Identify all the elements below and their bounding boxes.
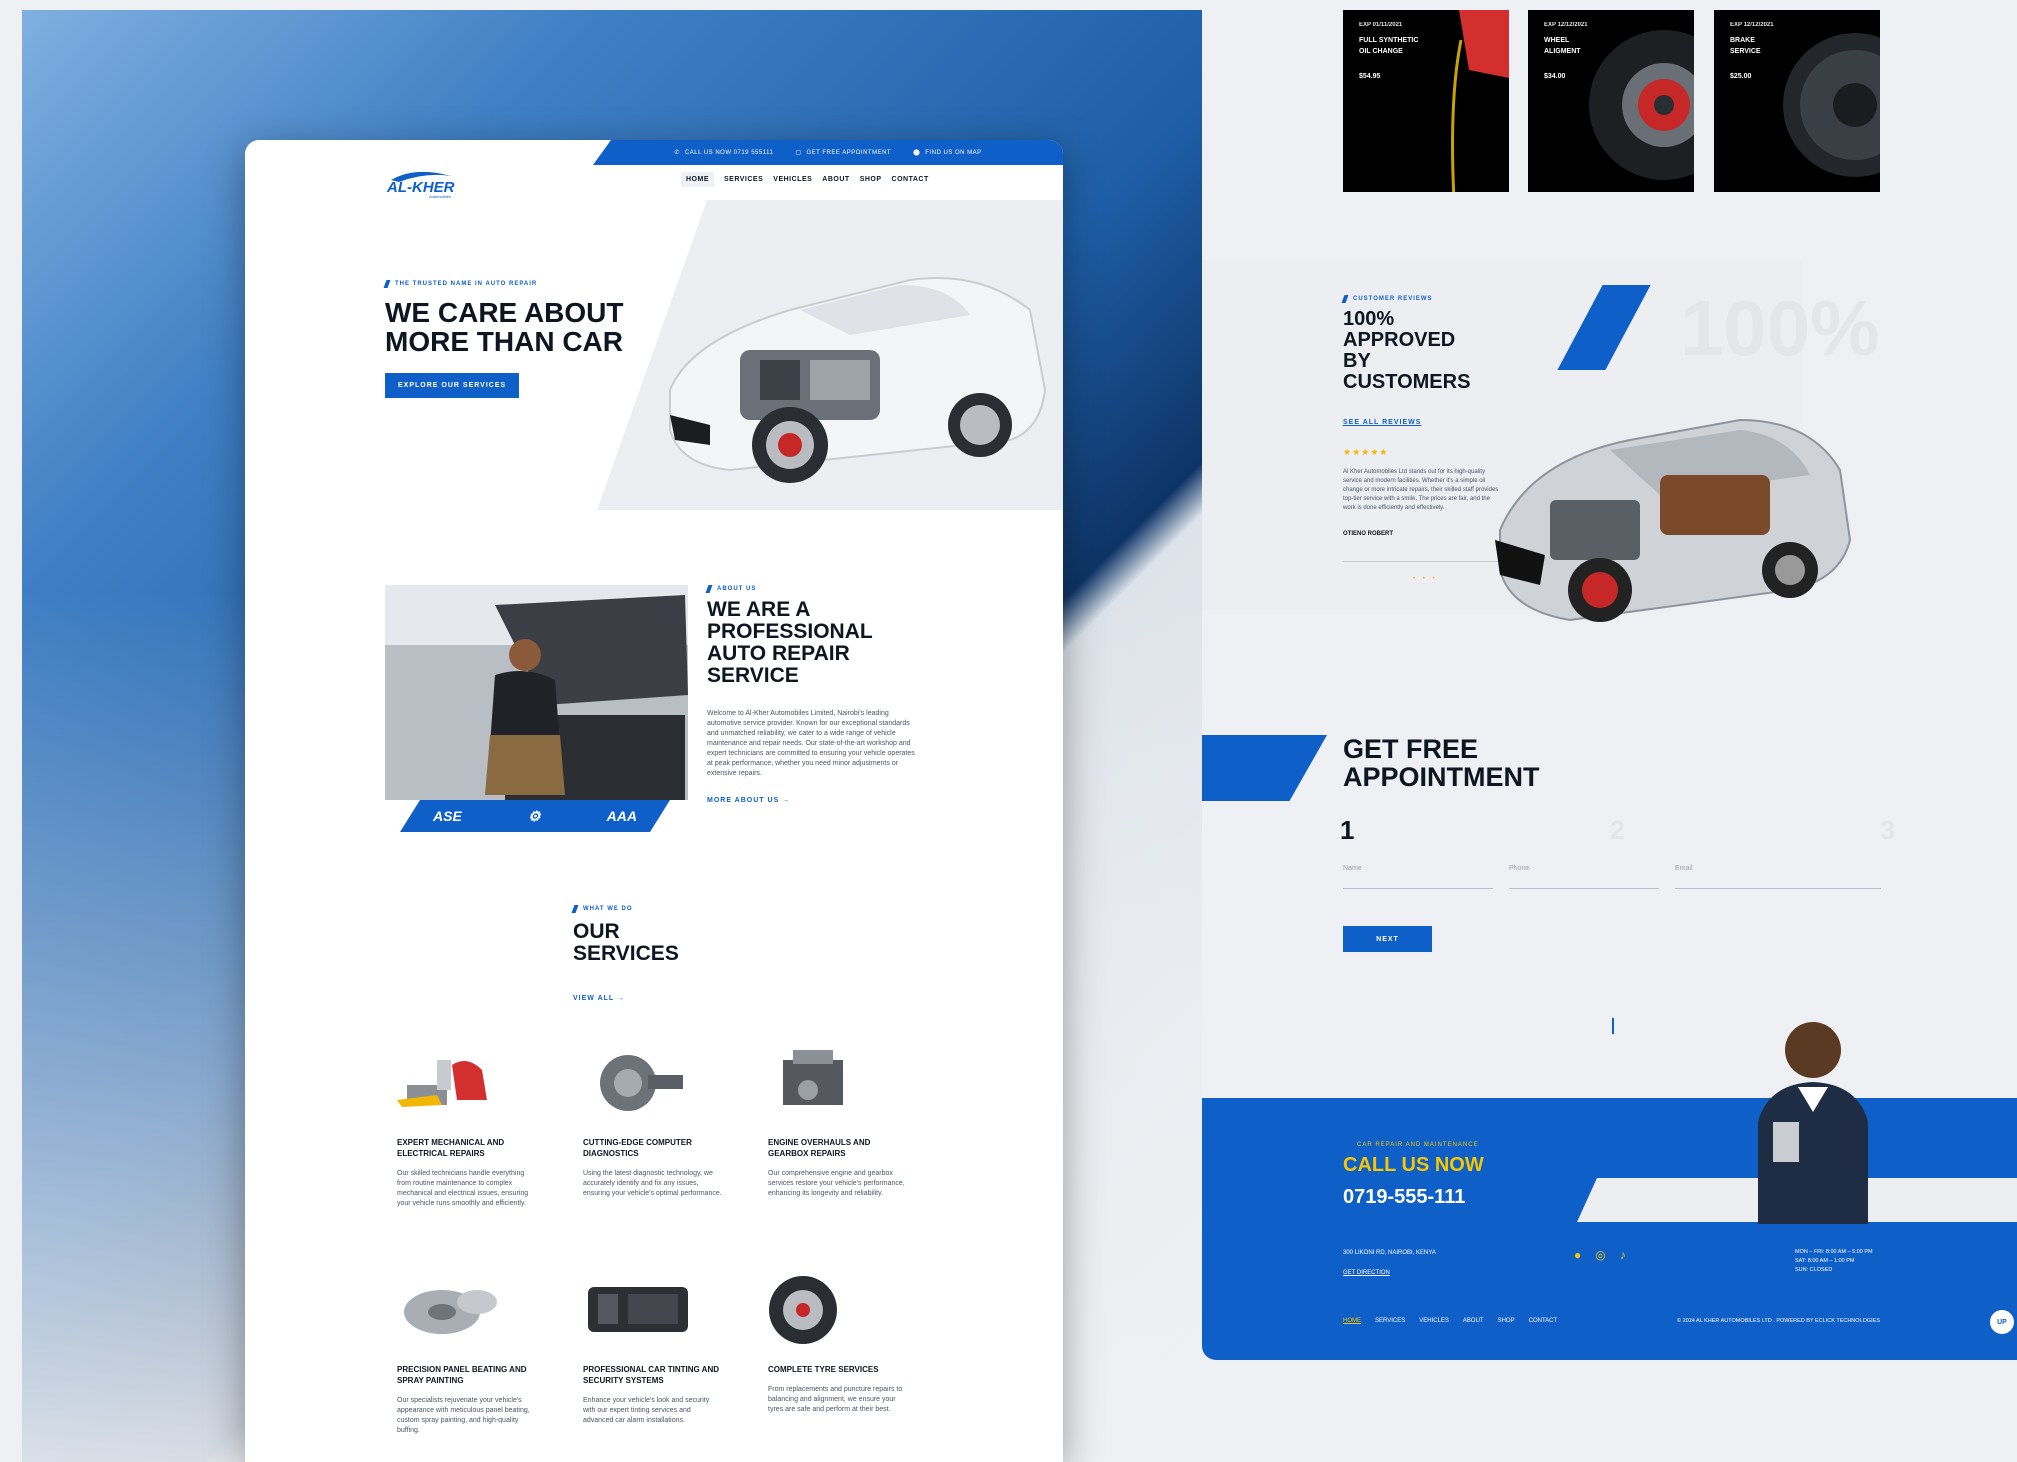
main-nav: HOME SERVICES VEHICLES ABOUT SHOP CONTAC… (681, 172, 929, 187)
social-links: ● ◎ ♪ (1574, 1248, 1626, 1262)
map-link[interactable]: ⬤ FIND US ON MAP (913, 149, 982, 157)
star-rating: ★★★★★ (1343, 447, 1389, 457)
scroll-indicator (1612, 1018, 1614, 1034)
more-about-link[interactable]: MORE ABOUT US → (707, 797, 917, 804)
footer-call-title: CALL US NOW (1343, 1154, 1484, 1176)
brake-rotor-icon (1783, 33, 1880, 177)
nav-shop[interactable]: SHOP (860, 176, 882, 187)
hero-title: WE CARE ABOUT MORE THAN CAR (385, 297, 624, 358)
call-link[interactable]: ✆ CALL US NOW 0719 555111 (674, 149, 773, 157)
tyre-icon (769, 1276, 837, 1344)
brake-disc-icon (404, 1290, 497, 1334)
service-card-engine[interactable]: ENGINE OVERHAULS AND GEARBOX REPAIRS Our… (768, 1045, 908, 1199)
pin-icon: ⬤ (913, 150, 921, 156)
cutaway-car-image (1495, 418, 1852, 622)
step-2: 2 (1610, 815, 1625, 845)
get-direction-link[interactable]: GET DIRECTION (1343, 1270, 1390, 1276)
hero-car-image (669, 277, 1047, 483)
next-button[interactable]: NEXT (1343, 926, 1432, 952)
certification-badges: ASE ⚙ AAA (400, 800, 670, 832)
appointment-steps: 1 2 3 (1340, 815, 1895, 846)
name-field[interactable]: Name (1343, 865, 1493, 889)
ase-logo: ASE (433, 808, 462, 824)
reviews-title: 100% APPROVED BY CUSTOMERS (1343, 308, 1471, 393)
engine-icon (783, 1050, 843, 1105)
nav-home[interactable]: HOME (681, 172, 714, 187)
big-percent-watermark: 100% (1680, 284, 1880, 372)
phone-icon: ✆ (674, 150, 680, 156)
phone-field[interactable]: Phone (1509, 865, 1659, 889)
appointment-form: Name Phone Email (1343, 865, 1881, 889)
footer: CAR REPAIR AND MAINTENANCE CALL US NOW 0… (1202, 1098, 2017, 1360)
email-field[interactable]: Email (1675, 865, 1881, 889)
tiktok-icon[interactable]: ♪ (1620, 1248, 1626, 1262)
aaa-logo: AAA (606, 808, 637, 824)
service-card-tyres[interactable]: COMPLETE TYRE SERVICES From replacements… (768, 1272, 908, 1415)
service-card-mechanical[interactable]: EXPERT MECHANICAL AND ELECTRICAL REPAIRS… (397, 1045, 537, 1209)
reviews-eyebrow: CUSTOMER REVIEWS (1343, 295, 1503, 303)
footer-nav-home[interactable]: HOME (1343, 1318, 1361, 1324)
footer-nav-services[interactable]: SERVICES (1375, 1318, 1405, 1324)
promo-oil-change[interactable]: EXP 01/11/2021 FULL SYNTHETIC OIL CHANGE… (1343, 10, 1509, 192)
services-eyebrow: WHAT WE DO (573, 905, 679, 913)
view-all-services-link[interactable]: VIEW ALL → (573, 995, 625, 1002)
footer-phone[interactable]: 0719-555-111 (1343, 1186, 1465, 1209)
about-text: Welcome to Al-Kher Automobiles Limited, … (707, 710, 915, 778)
nav-services[interactable]: SERVICES (724, 176, 763, 187)
appointment-link[interactable]: ▢ GET FREE APPOINTMENT (795, 149, 891, 157)
footer-eyebrow: CAR REPAIR AND MAINTENANCE (1357, 1142, 1479, 1148)
top-bar: ✆ CALL US NOW 0719 555111 ▢ GET FREE APPOI… (593, 140, 1063, 165)
nav-vehicles[interactable]: VEHICLES (773, 176, 812, 187)
facebook-icon[interactable]: ● (1574, 1248, 1581, 1262)
about-eyebrow: ABOUT US (707, 585, 917, 593)
homepage-top-mockup: ✆ CALL US NOW 0719 555111 ▢ GET FREE APPOI… (245, 140, 1063, 1462)
mechanic-photo (385, 585, 688, 800)
instagram-icon[interactable]: ◎ (1595, 1248, 1605, 1262)
review-author: OTIENO ROBERT (1343, 531, 1394, 537)
service-card-painting[interactable]: PRECISION PANEL BEATING AND SPRAY PAINTI… (397, 1272, 537, 1436)
service-card-tinting[interactable]: PROFESSIONAL CAR TINTING AND SECURITY SY… (583, 1272, 723, 1426)
footer-nav-vehicles[interactable]: VEHICLES (1419, 1318, 1449, 1324)
review-divider (1343, 561, 1503, 562)
step-3: 3 (1880, 815, 1895, 845)
appointment-title: GET FREE APPOINTMENT (1343, 734, 1540, 793)
about-title: WE ARE A PROFESSIONAL AUTO REPAIR SERVIC… (707, 598, 873, 688)
footer-nav-contact[interactable]: CONTACT (1529, 1318, 1558, 1324)
alkher-logo[interactable]: AL-KHER Automobiles (385, 168, 459, 200)
step-1: 1 (1340, 815, 1355, 845)
scroll-up-button[interactable]: UP (1990, 1310, 2014, 1334)
review-quote: Al Kher Automobiles Ltd stands out for i… (1343, 469, 1499, 511)
promo-wheel-alignment[interactable]: EXP 12/12/2021 WHEEL ALIGMENT $34.00 (1528, 10, 1694, 192)
differential-icon (600, 1055, 683, 1111)
footer-nav: HOME SERVICES VEHICLES ABOUT SHOP CONTAC… (1343, 1318, 1557, 1324)
mechanic-portrait (1758, 1022, 1868, 1224)
footer-nav-shop[interactable]: SHOP (1498, 1318, 1515, 1324)
service-card-diagnostics[interactable]: CUTTING-EDGE COMPUTER DIAGNOSTICS Using … (583, 1045, 723, 1199)
services-header: WHAT WE DO OUR SERVICES VIEW ALL → (573, 905, 679, 1005)
transmission-icon (588, 1287, 688, 1332)
footer-address: 300 LIKONI RD, NAIROBI, KENYA (1343, 1250, 1436, 1256)
gear-icon: ⚙ (527, 807, 541, 824)
svg-text:Automobiles: Automobiles (429, 194, 451, 199)
hero-section: THE TRUSTED NAME IN AUTO REPAIR WE CARE … (385, 280, 624, 398)
see-all-reviews-link[interactable]: SEE ALL REVIEWS (1343, 419, 1421, 426)
hero-eyebrow: THE TRUSTED NAME IN AUTO REPAIR (385, 280, 624, 288)
about-section: ABOUT US WE ARE A PROFESSIONAL AUTO REPA… (707, 585, 917, 804)
reviews-content: CUSTOMER REVIEWS 100% APPROVED BY CUSTOM… (1343, 295, 1503, 582)
wheel-icon (1589, 30, 1694, 180)
opening-hours: MON – FRI: 8:00 AM – 5:00 PM SAT: 8:00 A… (1795, 1249, 1873, 1273)
nav-about[interactable]: ABOUT (822, 176, 849, 187)
oil-tools-icon (397, 1060, 487, 1107)
calendar-icon: ▢ (795, 150, 802, 156)
services-title: OUR SERVICES (573, 920, 679, 966)
copyright: © 2024 AL KHER AUTOMOBILES LTD . POWERED… (1677, 1318, 1881, 1324)
promo-brake-service[interactable]: EXP 12/12/2021 BRAKE SERVICE $25.00 (1714, 10, 1880, 192)
nav-contact[interactable]: CONTACT (892, 176, 929, 187)
footer-nav-about[interactable]: ABOUT (1463, 1318, 1484, 1324)
explore-services-button[interactable]: EXPLORE OUR SERVICES (385, 372, 520, 398)
